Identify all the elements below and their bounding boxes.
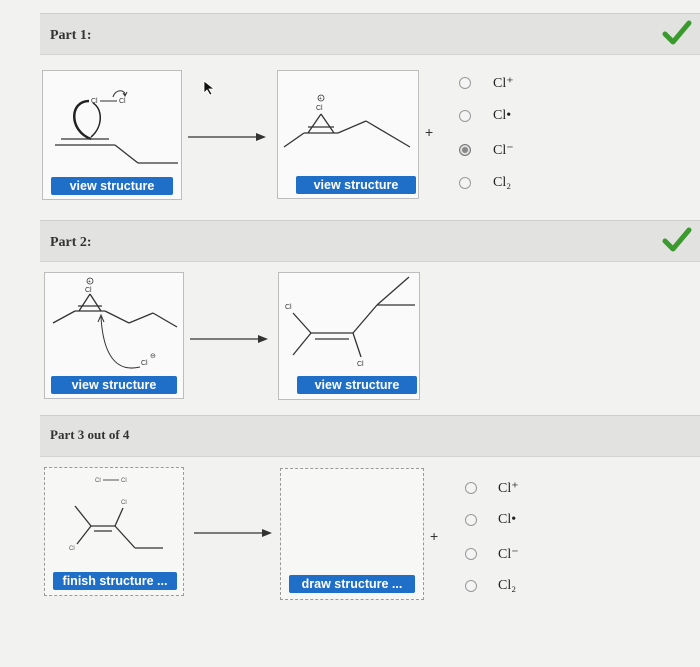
atom-label: Cl bbox=[121, 478, 127, 484]
option-label-cl-radical: Cl• bbox=[493, 108, 512, 123]
atom-label: Cl bbox=[69, 546, 75, 552]
plus-sign: + bbox=[430, 528, 439, 544]
view-structure-button[interactable]: view structure bbox=[296, 176, 416, 194]
reaction-arrow bbox=[188, 133, 266, 141]
radio-cl-anion[interactable] bbox=[459, 144, 471, 156]
reaction-arrow bbox=[194, 529, 272, 537]
view-structure-button[interactable]: view structure bbox=[51, 376, 177, 394]
part2-reactant-structure: + Cl Cl ⊖ view structure bbox=[44, 272, 184, 399]
radio-cl-anion[interactable] bbox=[465, 548, 477, 560]
part3-reactant-structure: Cl Cl Cl Cl finish structure ... bbox=[44, 467, 184, 596]
atom-label: Cl bbox=[141, 360, 148, 367]
finish-structure-button[interactable]: finish structure ... bbox=[53, 572, 177, 590]
negative-charge-icon: ⊖ bbox=[150, 353, 156, 360]
radio-cl-radical[interactable] bbox=[465, 514, 477, 526]
draw-structure-button[interactable]: draw structure ... bbox=[289, 575, 415, 593]
part1-reactant-structure: Cl Cl view structure bbox=[42, 70, 182, 200]
view-structure-button[interactable]: view structure bbox=[297, 376, 417, 394]
atom-label: Cl bbox=[316, 105, 323, 112]
part3-header: Part 3 out of 4 bbox=[40, 415, 700, 457]
part2-product-structure: Cl Cl view structure bbox=[278, 272, 420, 400]
checkmark-icon bbox=[662, 20, 692, 45]
option-label-cl-cation: Cl⁺ bbox=[498, 481, 519, 496]
atom-label: Cl bbox=[121, 500, 127, 506]
option-label-cl-anion: Cl⁻ bbox=[493, 143, 514, 158]
part2-header: Part 2: bbox=[40, 220, 700, 262]
radio-cl2[interactable] bbox=[465, 580, 477, 592]
view-structure-button[interactable]: view structure bbox=[51, 177, 173, 195]
option-label-cl-radical: Cl• bbox=[498, 512, 517, 527]
part3-product-drawing-area[interactable]: draw structure ... bbox=[280, 468, 424, 600]
radio-cl2[interactable] bbox=[459, 177, 471, 189]
reaction-arrow bbox=[190, 335, 268, 343]
svg-text:+: + bbox=[319, 96, 322, 102]
radio-cl-cation[interactable] bbox=[465, 482, 477, 494]
part3-title: Part 3 out of 4 bbox=[50, 427, 130, 442]
atom-label: Cl bbox=[285, 304, 292, 311]
part2-title: Part 2: bbox=[50, 235, 92, 250]
svg-text:+: + bbox=[88, 279, 91, 285]
option-label-cl2: Cl₂ bbox=[498, 578, 517, 593]
radio-cl-cation[interactable] bbox=[459, 77, 471, 89]
atom-label: Cl bbox=[357, 361, 364, 368]
option-label-cl-anion: Cl⁻ bbox=[498, 547, 519, 562]
part1-title: Part 1: bbox=[50, 28, 92, 43]
atom-label: Cl bbox=[85, 287, 92, 294]
mouse-cursor-icon bbox=[203, 80, 216, 96]
plus-sign: + bbox=[425, 124, 434, 140]
atom-label: Cl bbox=[119, 98, 126, 105]
radio-cl-radical[interactable] bbox=[459, 110, 471, 122]
option-label-cl2: Cl₂ bbox=[493, 175, 512, 190]
part1-header: Part 1: bbox=[40, 13, 700, 55]
checkmark-icon bbox=[662, 227, 692, 252]
option-label-cl-cation: Cl⁺ bbox=[493, 76, 514, 91]
atom-label: Cl bbox=[95, 478, 101, 484]
part1-product-structure: + Cl view structure bbox=[277, 70, 419, 199]
